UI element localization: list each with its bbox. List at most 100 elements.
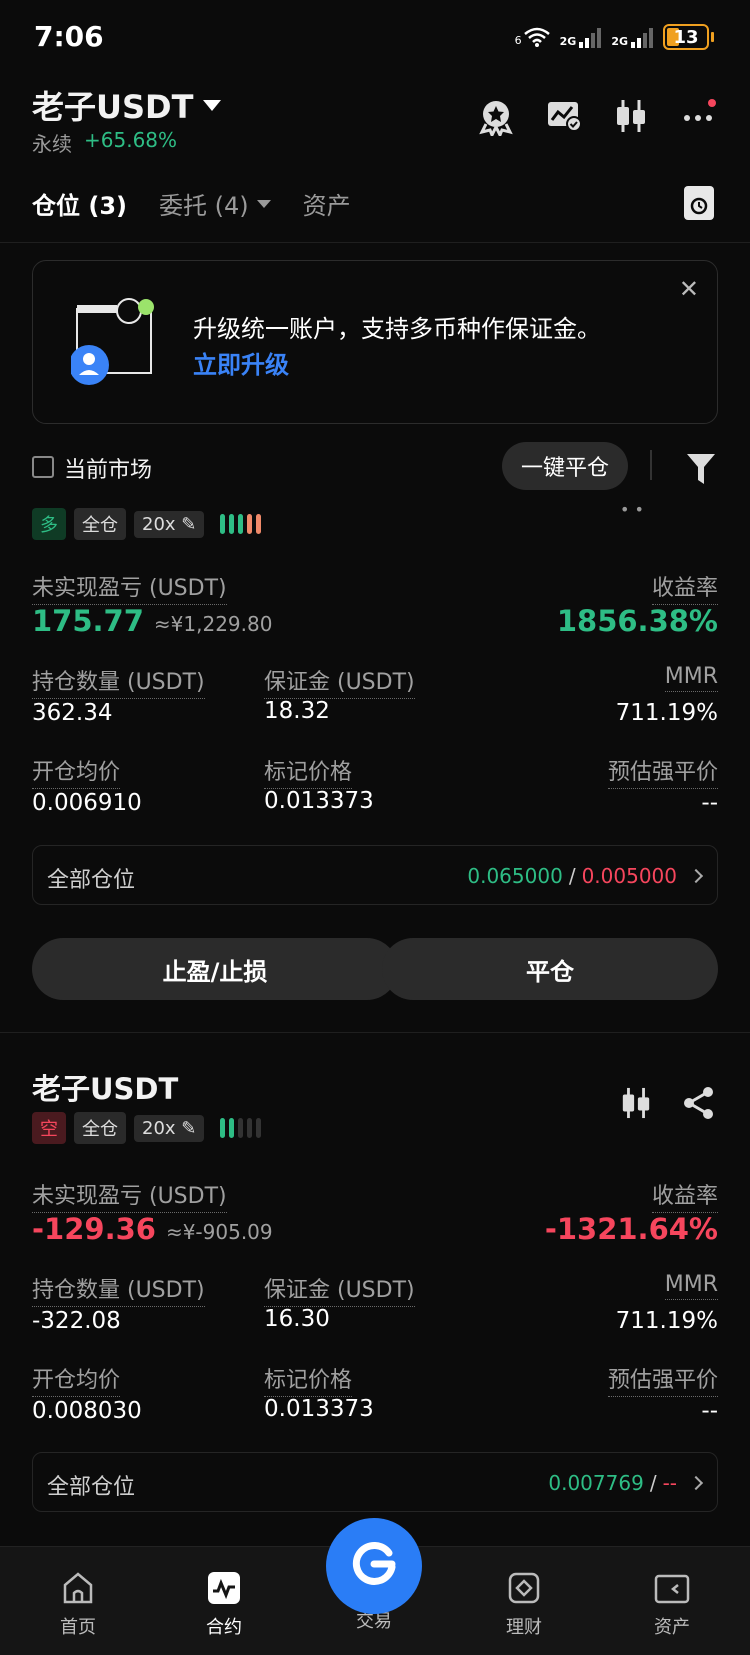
mmr-value: 711.19% bbox=[615, 1308, 718, 1334]
unrealized-pnl: 175.77 bbox=[32, 604, 144, 638]
status-icons: 6 2G 2G 13 bbox=[515, 24, 714, 50]
close-all-button[interactable]: 一键平仓 bbox=[502, 442, 628, 490]
upgrade-link[interactable]: 立即升级 bbox=[193, 345, 289, 380]
current-market-checkbox[interactable] bbox=[32, 456, 54, 478]
mmr-value: 711.19% bbox=[615, 700, 718, 726]
margin-label: 保证金 (USDT) bbox=[264, 1272, 415, 1307]
all-positions-row[interactable]: 全部仓位 0.065000 / 0.005000 bbox=[32, 845, 718, 905]
position-1-tags: 多 全仓 20x ✎ bbox=[32, 508, 262, 540]
mark-label: 标记价格 bbox=[264, 1362, 353, 1397]
battery-level: 13 bbox=[673, 26, 699, 48]
all-positions-label: 全部仓位 bbox=[47, 1475, 136, 1500]
size-label: 持仓数量 (USDT) bbox=[32, 1272, 205, 1307]
nav-trade-label: 交易 bbox=[356, 1611, 392, 1632]
share-icon[interactable] bbox=[682, 1086, 716, 1124]
nav-contract[interactable]: 合约 bbox=[184, 1571, 264, 1639]
entry-value: 0.008030 bbox=[32, 1398, 142, 1424]
roe-label: 收益率 bbox=[651, 570, 718, 605]
wallet-icon bbox=[632, 1571, 712, 1605]
chevron-down-icon bbox=[203, 99, 222, 111]
chevron-down-icon bbox=[256, 199, 271, 208]
nav-finance-label: 理财 bbox=[506, 1617, 542, 1638]
close-position-button[interactable]: 平仓 bbox=[382, 938, 718, 1000]
network-1-label: 2G bbox=[559, 35, 577, 48]
mark-label: 标记价格 bbox=[264, 754, 353, 789]
all-positions-label: 全部仓位 bbox=[47, 868, 136, 893]
candlestick-icon[interactable] bbox=[620, 1086, 652, 1124]
contract-icon bbox=[184, 1571, 264, 1605]
filter-icon[interactable] bbox=[686, 452, 716, 490]
wifi-icon: 6 bbox=[515, 27, 550, 47]
liq-value: -- bbox=[701, 790, 718, 816]
market-type: 永续 bbox=[32, 132, 72, 156]
candlestick-icon[interactable] bbox=[614, 98, 650, 134]
nav-home-label: 首页 bbox=[60, 1617, 96, 1638]
finance-icon bbox=[484, 1571, 564, 1605]
entry-label: 开仓均价 bbox=[32, 1362, 121, 1397]
nav-finance[interactable]: 理财 bbox=[484, 1571, 564, 1639]
pnl-label: 未实现盈亏 (USDT) bbox=[32, 570, 227, 605]
take-profit: 0.007769 bbox=[548, 1471, 644, 1495]
banner-text: 升级统一账户，支持多币种作保证金。 bbox=[193, 315, 601, 343]
size-value: 362.34 bbox=[32, 700, 113, 726]
risk-bars bbox=[220, 1118, 262, 1138]
margin-value: 18.32 bbox=[264, 698, 330, 724]
chevron-right-icon bbox=[688, 1475, 704, 1491]
page-title: 老子USDT bbox=[32, 88, 194, 126]
close-icon[interactable]: ✕ bbox=[679, 275, 699, 303]
take-profit: 0.065000 bbox=[467, 864, 563, 888]
leverage-badge[interactable]: 20x ✎ bbox=[134, 1114, 205, 1142]
tab-orders[interactable]: 委托 (4) bbox=[159, 186, 271, 221]
liq-label: 预估强平价 bbox=[607, 754, 718, 789]
risk-bars bbox=[220, 514, 262, 534]
home-icon bbox=[38, 1571, 118, 1605]
nav-assets[interactable]: 资产 bbox=[632, 1571, 712, 1639]
filter-divider bbox=[650, 450, 652, 480]
trade-fab-button[interactable] bbox=[326, 1518, 422, 1614]
side-badge: 多 bbox=[32, 508, 66, 540]
market-subtitle: 永续 +65.68% bbox=[32, 128, 177, 157]
nav-assets-label: 资产 bbox=[654, 1617, 690, 1638]
roe-value: 1856.38% bbox=[556, 604, 718, 638]
tab-positions[interactable]: 仓位 (3) bbox=[32, 186, 127, 221]
mmr-label: MMR bbox=[664, 664, 718, 692]
pnl-row: 175.77 ≈¥1,229.80 bbox=[32, 604, 272, 638]
tab-assets[interactable]: 资产 bbox=[303, 186, 351, 221]
pnl-label: 未实现盈亏 (USDT) bbox=[32, 1178, 227, 1213]
tpsl-button[interactable]: 止盈/止损 bbox=[32, 938, 398, 1000]
more-icon[interactable] bbox=[682, 98, 718, 134]
entry-label: 开仓均价 bbox=[32, 754, 121, 789]
history-doc-icon[interactable] bbox=[684, 186, 714, 220]
pnl-row: -129.36 ≈¥-905.09 bbox=[32, 1212, 273, 1246]
badge-icon[interactable] bbox=[478, 98, 514, 139]
margin-value: 16.30 bbox=[264, 1306, 330, 1332]
status-time: 7:06 bbox=[34, 20, 104, 53]
mmr-label: MMR bbox=[664, 1272, 718, 1300]
margin-mode-badge[interactable]: 全仓 bbox=[74, 1112, 126, 1144]
pnl-cny: ≈¥1,229.80 bbox=[153, 612, 273, 636]
candlestick-icon[interactable]: • • bbox=[620, 500, 644, 519]
nav-home[interactable]: 首页 bbox=[38, 1571, 118, 1639]
unrealized-pnl: -129.36 bbox=[32, 1212, 156, 1246]
leverage-badge[interactable]: 20x ✎ bbox=[134, 510, 205, 538]
stop-loss: -- bbox=[662, 1471, 677, 1495]
pnl-cny: ≈¥-905.09 bbox=[165, 1220, 273, 1244]
tpsl-values: 0.007769 / -- bbox=[548, 1471, 704, 1495]
wifi-tag: 6 bbox=[514, 34, 522, 47]
trade-icon bbox=[349, 1539, 399, 1593]
edit-icon: ✎ bbox=[181, 513, 197, 535]
roe-value: -1321.64% bbox=[544, 1212, 718, 1246]
side-badge: 空 bbox=[32, 1112, 66, 1144]
all-positions-row[interactable]: 全部仓位 0.007769 / -- bbox=[32, 1452, 718, 1512]
symbol-selector[interactable]: 老子USDT bbox=[32, 82, 222, 128]
position-2-symbol[interactable]: 老子USDT bbox=[32, 1066, 178, 1108]
liq-label: 预估强平价 bbox=[607, 1362, 718, 1397]
header-actions bbox=[478, 98, 718, 139]
upgrade-banner[interactable]: 升级统一账户，支持多币种作保证金。 立即升级 ✕ bbox=[32, 260, 718, 424]
chart-check-icon[interactable] bbox=[546, 98, 582, 134]
mark-value: 0.013373 bbox=[264, 788, 374, 814]
tpsl-values: 0.065000 / 0.005000 bbox=[467, 864, 704, 888]
leverage-value: 20x bbox=[142, 513, 176, 535]
margin-mode-badge[interactable]: 全仓 bbox=[74, 508, 126, 540]
account-folder-icon bbox=[69, 295, 161, 393]
